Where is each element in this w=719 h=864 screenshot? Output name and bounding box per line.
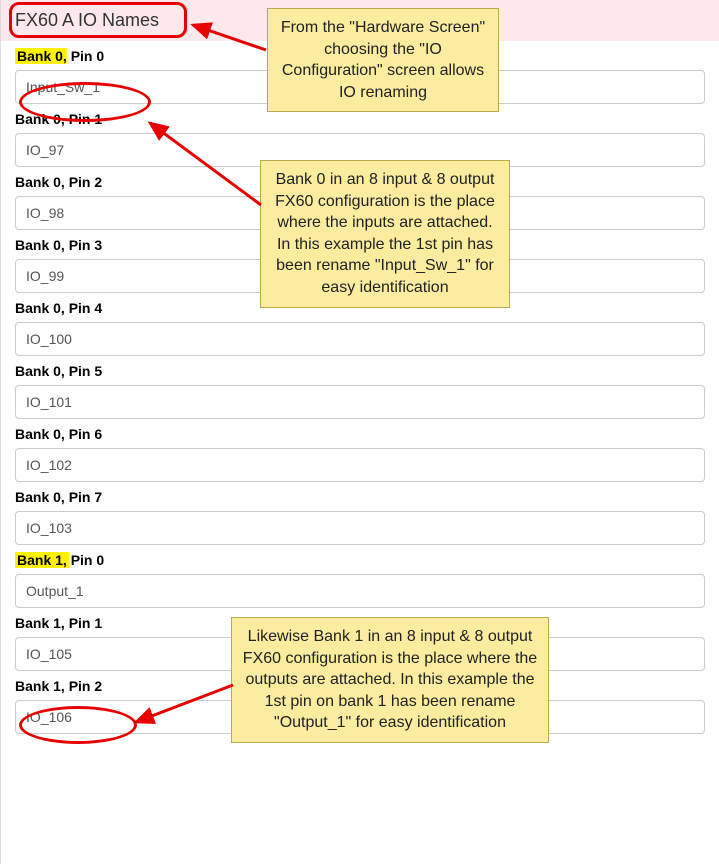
pin-label: Bank 0, Pin 6 [15, 426, 705, 442]
pin-name-input[interactable] [15, 385, 705, 419]
pin-row: Bank 0, Pin 6 [1, 419, 719, 482]
callout-bank1: Likewise Bank 1 in an 8 input & 8 output… [231, 617, 549, 743]
callout-hardware-screen: From the "Hardware Screen" choosing the … [267, 8, 499, 112]
page-title: FX60 A IO Names [15, 10, 159, 31]
pin-label: Bank 0, Pin 7 [15, 489, 705, 505]
pin-label: Bank 0, Pin 5 [15, 363, 705, 379]
pin-row: Bank 1, Pin 0 [1, 545, 719, 608]
pin-row: Bank 0, Pin 1 [1, 104, 719, 167]
pin-row: Bank 0, Pin 7 [1, 482, 719, 545]
callout-bank0: Bank 0 in an 8 input & 8 output FX60 con… [260, 160, 510, 308]
pin-row: Bank 0, Pin 5 [1, 356, 719, 419]
pin-label: Bank 0, Pin 1 [15, 111, 705, 127]
pin-name-input[interactable] [15, 574, 705, 608]
pin-label: Bank 1, Pin 0 [15, 552, 705, 568]
pin-name-input[interactable] [15, 511, 705, 545]
pin-name-input[interactable] [15, 322, 705, 356]
pin-name-input[interactable] [15, 448, 705, 482]
